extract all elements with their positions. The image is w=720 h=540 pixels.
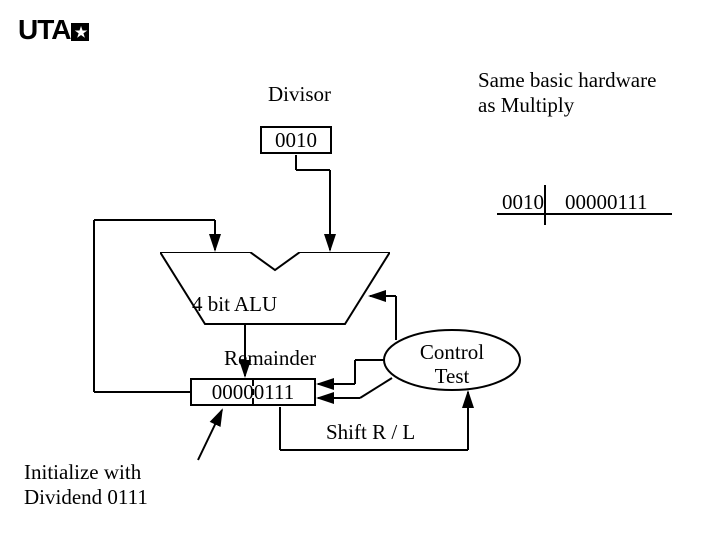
note-line2: as Multiply <box>478 93 574 117</box>
alu-label: 4 bit ALU <box>192 292 277 317</box>
init-line2: Dividend 0111 <box>24 485 148 509</box>
init-line1: Initialize with <box>24 460 141 484</box>
divisor-register: 0010 <box>260 126 332 154</box>
uta-logo-star: ★ <box>71 23 89 41</box>
shift-label: Shift R / L <box>326 420 415 445</box>
note-line1: Same basic hardware <box>478 68 656 92</box>
divisor-register-value: 0010 <box>275 128 317 153</box>
divisor-label: Divisor <box>268 82 331 107</box>
remainder-label: Remainder <box>224 346 316 371</box>
remainder-register-divider <box>252 380 254 404</box>
control-test-label: Control Test <box>412 340 492 388</box>
long-division-bar <box>497 213 672 215</box>
uta-logo-text: UTA <box>18 14 70 45</box>
uta-logo: UTA★ <box>18 14 89 46</box>
initialize-label: Initialize with Dividend 0111 <box>24 460 148 510</box>
long-division: 0010 00000111 <box>502 190 647 215</box>
long-division-vbar <box>544 185 546 225</box>
long-division-divisor: 0010 <box>502 190 544 214</box>
control-line1: Control <box>420 340 484 364</box>
hardware-note: Same basic hardware as Multiply <box>478 68 656 118</box>
control-line2: Test <box>435 364 470 388</box>
long-division-dividend: 00000111 <box>565 190 647 214</box>
